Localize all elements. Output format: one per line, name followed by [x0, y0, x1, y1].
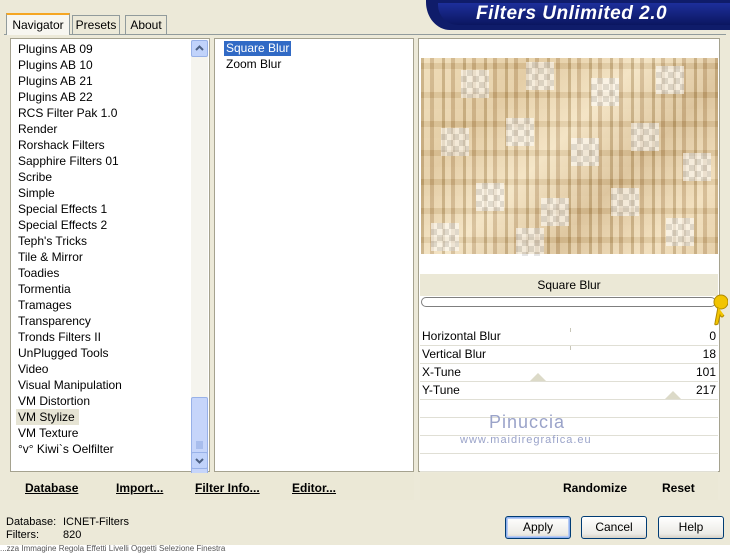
- param-value: 0: [709, 329, 716, 343]
- filter-item[interactable]: Square Blur: [224, 41, 292, 56]
- param-value: 18: [702, 347, 716, 361]
- category-item[interactable]: Special Effects 2: [18, 217, 107, 233]
- param-empty: [420, 454, 718, 472]
- param-vertical-blur[interactable]: Vertical Blur 18: [420, 346, 718, 364]
- category-item[interactable]: Tramages: [18, 297, 72, 313]
- slider-marker-icon: [530, 373, 546, 381]
- category-item[interactable]: Plugins AB 09: [18, 41, 93, 57]
- filters-label: Filters:: [6, 529, 39, 541]
- category-item[interactable]: Render: [18, 121, 57, 137]
- category-item[interactable]: VM Texture: [18, 425, 78, 441]
- param-y-tune[interactable]: Y-Tune 217: [420, 382, 718, 400]
- scroll-down-button[interactable]: [191, 452, 208, 469]
- param-x-tune[interactable]: X-Tune 101: [420, 364, 718, 382]
- category-item[interactable]: UnPlugged Tools: [18, 345, 109, 361]
- category-item[interactable]: VM Distortion: [18, 393, 90, 409]
- category-item[interactable]: Visual Manipulation: [18, 377, 122, 393]
- category-item[interactable]: Plugins AB 21: [18, 73, 93, 89]
- category-item[interactable]: Plugins AB 22: [18, 89, 93, 105]
- param-label: X-Tune: [422, 365, 461, 379]
- category-item[interactable]: Rorshack Filters: [18, 137, 105, 153]
- tab-divider: [4, 34, 726, 35]
- preview-zoom-slider[interactable]: [421, 297, 716, 307]
- help-button[interactable]: Help: [658, 516, 724, 539]
- database-value: ICNET-Filters: [63, 516, 129, 528]
- reset-button[interactable]: Reset: [662, 480, 695, 496]
- database-label: Database:: [6, 516, 57, 528]
- param-horizontal-blur[interactable]: Horizontal Blur 0: [420, 328, 718, 346]
- database-button[interactable]: Database: [25, 480, 78, 496]
- category-item[interactable]: Tronds Filters II: [18, 329, 101, 345]
- filter-list[interactable]: [214, 38, 414, 472]
- category-item[interactable]: Toadies: [18, 265, 59, 281]
- category-item[interactable]: Scribe: [18, 169, 52, 185]
- watermark-name: Pinuccia: [489, 412, 566, 432]
- param-label: Horizontal Blur: [422, 329, 501, 343]
- category-item[interactable]: Plugins AB 10: [18, 57, 93, 73]
- editor-button[interactable]: Editor...: [292, 480, 336, 496]
- param-value: 217: [695, 383, 716, 397]
- category-item[interactable]: VM Stylize: [16, 409, 79, 425]
- category-item[interactable]: Transparency: [18, 313, 91, 329]
- category-item[interactable]: °v° Kiwi`s Oelfilter: [18, 441, 114, 457]
- randomize-button[interactable]: Randomize: [563, 480, 627, 496]
- tab-presets[interactable]: Presets: [72, 15, 120, 34]
- param-value: 101: [695, 365, 716, 379]
- filters-count: 820: [63, 529, 82, 541]
- filter-item[interactable]: Zoom Blur: [224, 57, 283, 72]
- tab-navigator[interactable]: Navigator: [6, 13, 70, 35]
- category-scrollbar[interactable]: [191, 40, 208, 494]
- filter-info-button[interactable]: Filter Info...: [195, 480, 260, 496]
- category-item[interactable]: Sapphire Filters 01: [18, 153, 119, 169]
- category-item[interactable]: Teph's Tricks: [18, 233, 87, 249]
- tab-about[interactable]: About: [125, 15, 167, 34]
- category-item[interactable]: Video: [18, 361, 48, 377]
- category-item[interactable]: RCS Filter Pak 1.0: [18, 105, 117, 121]
- scroll-up-button[interactable]: [191, 40, 208, 57]
- param-empty: [420, 400, 718, 418]
- watermark-url: www.maidiregrafica.eu: [460, 434, 592, 446]
- category-item[interactable]: Special Effects 1: [18, 201, 107, 217]
- filter-name-label: Square Blur: [420, 274, 718, 296]
- import-button[interactable]: Import...: [116, 480, 163, 496]
- category-item[interactable]: Simple: [18, 185, 55, 201]
- category-item[interactable]: Tormentia: [18, 281, 71, 297]
- app-title: Filters Unlimited 2.0: [476, 3, 668, 24]
- chevron-up-icon: [195, 45, 204, 51]
- slider-marker-icon: [665, 391, 681, 399]
- param-label: Vertical Blur: [422, 347, 487, 361]
- preview-image: [421, 58, 718, 256]
- slider-handle-icon[interactable]: [710, 293, 729, 327]
- cancel-button[interactable]: Cancel: [581, 516, 647, 539]
- param-label: Y-Tune: [422, 383, 460, 397]
- background-menu-strip: ...zza Immagine Regola Effetti Livelli O…: [0, 545, 730, 553]
- apply-button[interactable]: Apply: [505, 516, 571, 539]
- chevron-down-icon: [195, 458, 204, 464]
- category-item[interactable]: Tile & Mirror: [18, 249, 83, 265]
